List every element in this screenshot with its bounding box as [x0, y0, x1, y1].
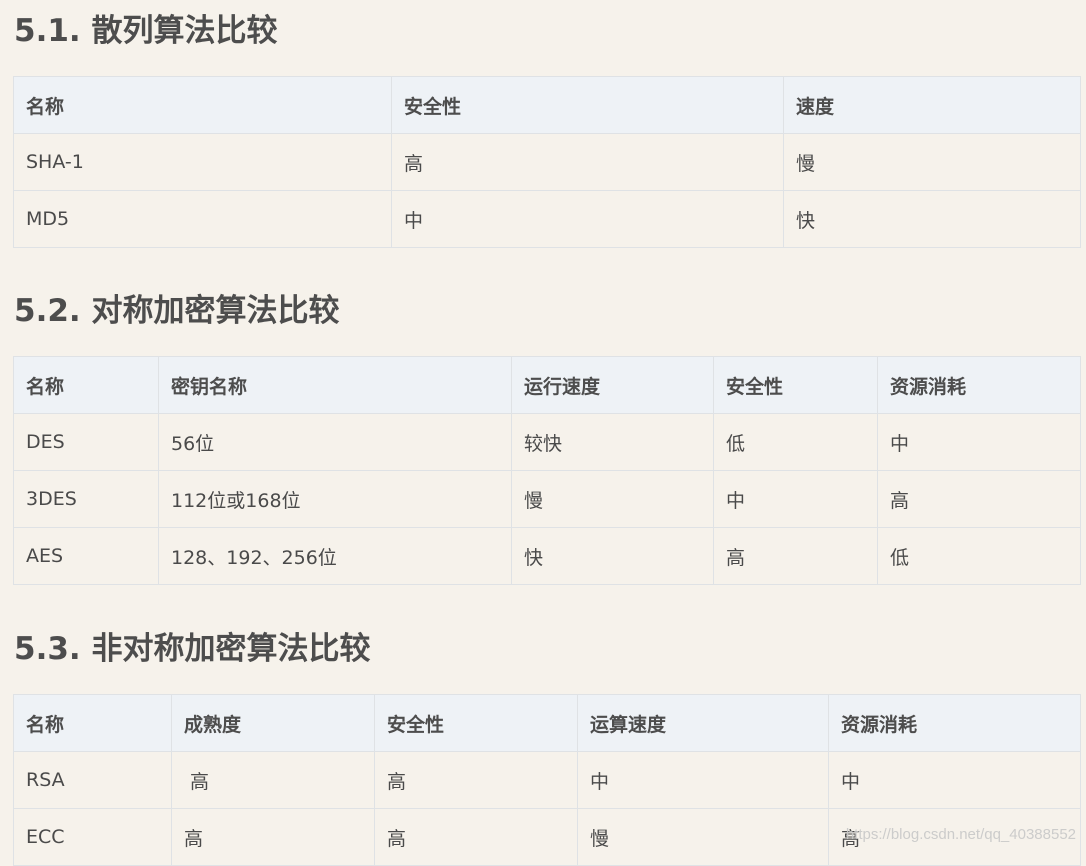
watermark-text: https://blog.csdn.net/qq_40388552	[845, 826, 1076, 843]
header-cell: 运行速度	[511, 356, 714, 414]
symmetric-encryption-table: 名称 密钥名称 运行速度 安全性 资源消耗 DES 56位 较快 低 中 3DE…	[13, 356, 1081, 585]
table-cell: 112位或168位	[158, 470, 512, 528]
header-cell: 名称	[13, 356, 159, 414]
table-cell: 低	[877, 527, 1081, 585]
hash-algorithm-table: 名称 安全性 速度 SHA-1 高 慢 MD5 中 快	[13, 76, 1081, 248]
table-row: 3DES 112位或168位 慢 中 高	[13, 470, 1081, 528]
table-cell: AES	[13, 527, 159, 585]
header-cell: 资源消耗	[828, 694, 1081, 752]
table-cell: 中	[391, 190, 784, 248]
table-cell: 慢	[511, 470, 714, 528]
table-cell: SHA-1	[13, 133, 392, 191]
table-cell: 慢	[783, 133, 1081, 191]
header-cell: 运算速度	[577, 694, 829, 752]
table-row: RSA 高 高 中 中	[13, 751, 1081, 809]
table-cell: 128、192、256位	[158, 527, 512, 585]
table-header-row: 名称 成熟度 安全性 运算速度 资源消耗	[13, 694, 1081, 752]
table-row: MD5 中 快	[13, 190, 1081, 248]
table-cell: 中	[713, 470, 878, 528]
table-cell: 3DES	[13, 470, 159, 528]
table-cell: 中	[577, 751, 829, 809]
table-cell: 高	[391, 133, 784, 191]
table-cell: 高	[374, 808, 578, 866]
table-cell: 较快	[511, 413, 714, 471]
table-cell: 56位	[158, 413, 512, 471]
table-row: SHA-1 高 慢	[13, 133, 1081, 191]
table-cell: 高	[713, 527, 878, 585]
section-title-asymmetric: 5.3. 非对称加密算法比较	[14, 631, 371, 667]
table-cell: RSA	[13, 751, 172, 809]
table-cell: 快	[783, 190, 1081, 248]
table-header-row: 名称 密钥名称 运行速度 安全性 资源消耗	[13, 356, 1081, 414]
table-cell: 快	[511, 527, 714, 585]
table-cell: 慢	[577, 808, 829, 866]
table-header-row: 名称 安全性 速度	[13, 76, 1081, 134]
table-cell: 高	[171, 751, 375, 809]
header-cell: 名称	[13, 694, 172, 752]
table-cell: 中	[877, 413, 1081, 471]
table-row: DES 56位 较快 低 中	[13, 413, 1081, 471]
header-cell: 速度	[783, 76, 1081, 134]
table-cell: ECC	[13, 808, 172, 866]
table-cell: 高	[374, 751, 578, 809]
table-cell: DES	[13, 413, 159, 471]
header-cell: 名称	[13, 76, 392, 134]
header-cell: 安全性	[374, 694, 578, 752]
table-cell: 低	[713, 413, 878, 471]
header-cell: 安全性	[713, 356, 878, 414]
table-cell: 高	[171, 808, 375, 866]
section-title-symmetric: 5.2. 对称加密算法比较	[14, 293, 340, 329]
table-cell: 中	[828, 751, 1081, 809]
header-cell: 成熟度	[171, 694, 375, 752]
table-row: AES 128、192、256位 快 高 低	[13, 527, 1081, 585]
table-cell: 高	[877, 470, 1081, 528]
table-cell: MD5	[13, 190, 392, 248]
header-cell: 密钥名称	[158, 356, 512, 414]
header-cell: 安全性	[391, 76, 784, 134]
header-cell: 资源消耗	[877, 356, 1081, 414]
section-title-hash: 5.1. 散列算法比较	[14, 13, 278, 49]
